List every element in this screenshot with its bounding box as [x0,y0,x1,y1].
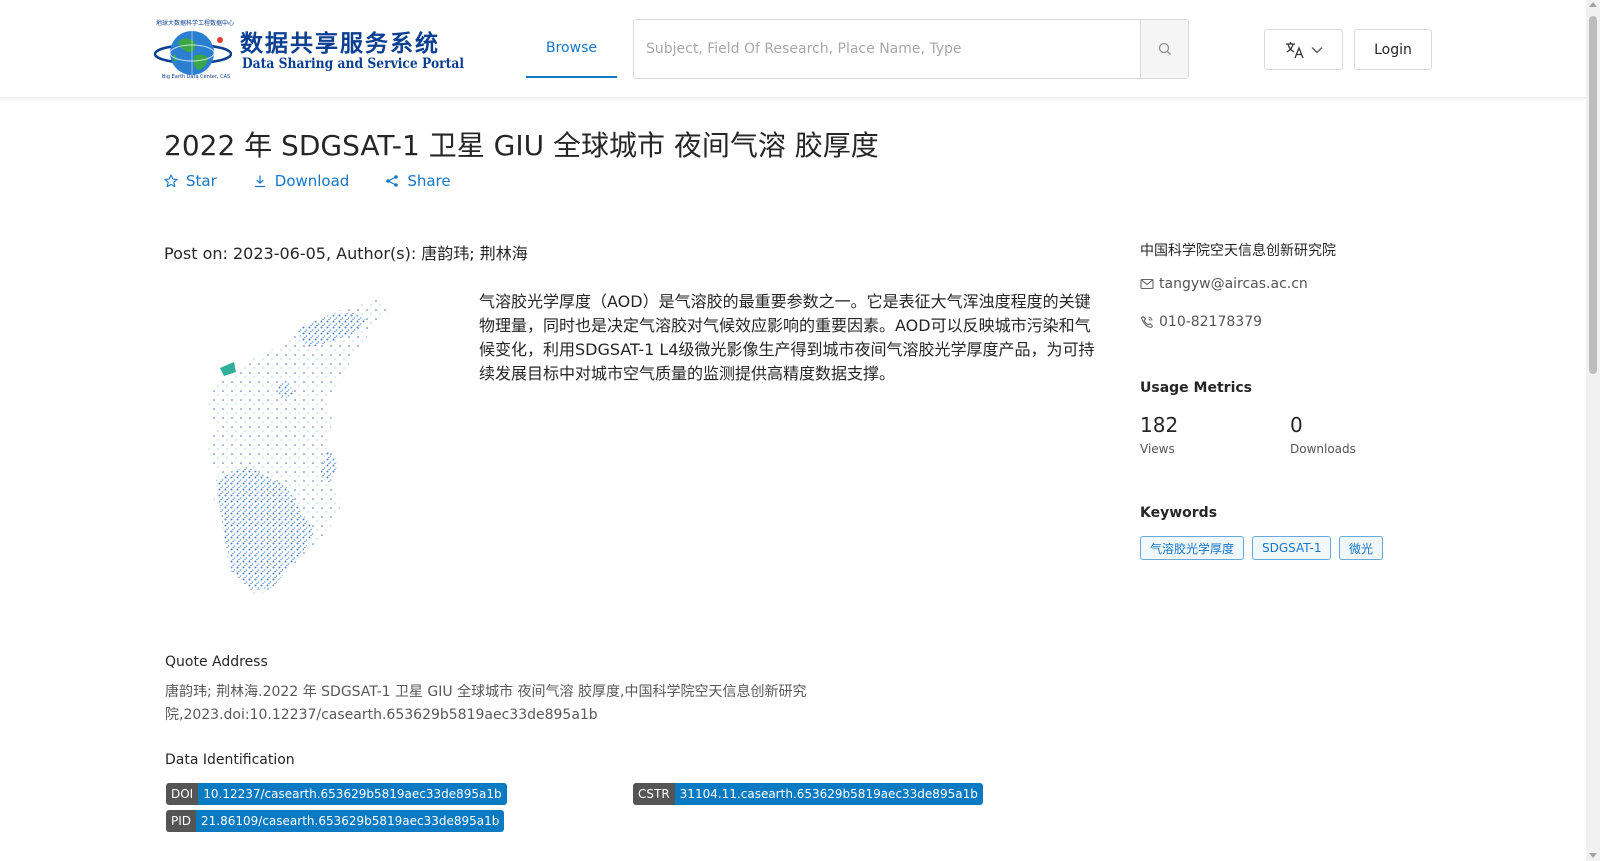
downloads-count: 0 [1290,413,1303,437]
post-info: Post on: 2023-06-05, Author(s): 唐韵玮; 荆林海 [164,244,528,263]
star-icon [164,174,178,188]
scroll-thumb[interactable] [1589,16,1597,374]
login-button[interactable]: Login [1354,29,1432,70]
data-identification-label: Data Identification [165,752,295,768]
logo-tag-top: 地球大数据科学工程数据中心 [156,20,235,27]
mail-icon [1140,278,1154,290]
views-label: Views [1140,442,1175,456]
organization-name: 中国科学院空天信息创新研究院 [1140,243,1336,259]
top-header: 地球大数据科学工程数据中心 数据共享服务系统 Data Sharing and … [0,0,1586,98]
site-logo[interactable]: 地球大数据科学工程数据中心 数据共享服务系统 Data Sharing and … [154,20,464,80]
star-label: Star [186,172,217,190]
translate-icon [1285,41,1304,58]
cstr-badge-key: CSTR [633,783,675,805]
cstr-badge[interactable]: CSTR 31104.11.casearth.653629b5819aec33d… [633,783,983,805]
search-input[interactable] [634,20,1140,78]
usage-metrics-title: Usage Metrics [1140,380,1252,396]
search-bar [633,19,1189,79]
nav-browse-tab[interactable]: Browse [526,20,617,78]
contact-phone: 010-82178379 [1140,314,1262,330]
nav-browse-label: Browse [546,40,597,56]
share-label: Share [407,172,451,190]
chevron-down-icon [1311,46,1322,53]
scroll-down-arrow-icon[interactable] [1589,853,1597,858]
pid-badge-key: PID [166,810,197,832]
download-button[interactable]: Download [253,172,350,190]
contact-email-text: tangyw@aircas.ac.cn [1159,276,1308,292]
dataset-actions: Star Download Share [164,172,451,190]
dataset-map-thumbnail[interactable] [176,290,416,608]
dataset-title: 2022 年 SDGSAT-1 卫星 GIU 全球城市 夜间气溶 胶厚度 [164,129,879,162]
logo-title-en: Data Sharing and Service Portal [242,56,465,72]
pid-badge-value: 21.86109/casearth.653629b5819aec33de895a… [196,810,505,832]
logo-tag-bottom: Big Earth Data Center, CAS [162,74,231,80]
page-scrollbar[interactable] [1586,0,1600,861]
doi-badge-key: DOI [166,783,199,805]
search-icon [1158,42,1171,55]
keyword-tag[interactable]: 气溶胶光学厚度 [1140,536,1245,560]
quote-address-label: Quote Address [165,654,268,670]
share-icon [386,175,399,187]
views-count: 182 [1140,413,1179,437]
keyword-tag[interactable]: 微光 [1339,536,1384,560]
search-button[interactable] [1140,20,1188,78]
star-button[interactable]: Star [164,172,217,190]
keyword-tag[interactable]: SDGSAT-1 [1252,536,1332,560]
downloads-label: Downloads [1290,442,1356,456]
keywords-title: Keywords [1140,505,1218,521]
globe-logo-icon [154,31,232,75]
contact-email[interactable]: tangyw@aircas.ac.cn [1140,276,1308,292]
share-button[interactable]: Share [385,172,451,190]
pid-badge[interactable]: PID 21.86109/casearth.653629b5819aec33de… [166,810,505,832]
logo-title-cn: 数据共享服务系统 [240,31,440,57]
download-icon [254,175,265,188]
doi-badge[interactable]: DOI 10.12237/casearth.653629b5819aec33de… [166,783,507,805]
language-switcher[interactable] [1264,29,1343,70]
contact-phone-text: 010-82178379 [1159,314,1263,330]
phone-icon [1140,315,1154,329]
doi-badge-value: 10.12237/casearth.653629b5819aec33de895a… [198,783,507,805]
quote-address-text: 唐韵玮; 荆林海.2022 年 SDGSAT-1 卫星 GIU 全球城市 夜间气… [165,684,807,723]
scroll-up-arrow-icon[interactable] [1589,2,1597,7]
cstr-badge-value: 31104.11.casearth.653629b5819aec33de895a… [674,783,983,805]
dataset-description: 气溶胶光学厚度（AOD）是气溶胶的最重要参数之一。它是表征大气浑浊度程度的关键物… [479,292,1095,383]
download-label: Download [274,172,350,190]
